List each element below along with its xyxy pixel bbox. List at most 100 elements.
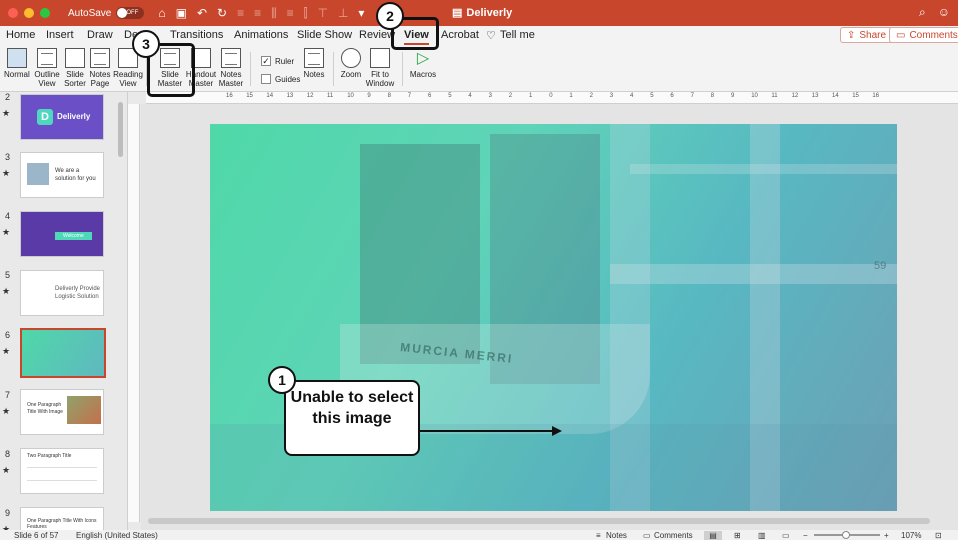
- star-icon: ★: [2, 406, 11, 416]
- notes-label: Notes: [303, 70, 325, 79]
- zoom-label: Zoom: [340, 70, 362, 79]
- slide-thumbnail[interactable]: One Paragraph Title With Icons Features: [20, 507, 104, 530]
- tab-home[interactable]: Home: [6, 29, 35, 41]
- account-icon[interactable]: ☺: [938, 5, 950, 20]
- slide-sorter-button[interactable]: Slide Sorter: [63, 48, 87, 88]
- step-2-badge: 2: [376, 2, 404, 30]
- zoom-out-icon[interactable]: −: [803, 531, 808, 540]
- align-bottom-icon[interactable]: ⊥: [338, 6, 348, 21]
- tab-animations[interactable]: Animations: [234, 29, 288, 41]
- customize-toolbar-icon[interactable]: ▾: [358, 6, 364, 21]
- titlebar-right: ⌕ ☺: [919, 5, 950, 20]
- horizontal-scrollbar[interactable]: [148, 518, 930, 524]
- vertical-ruler: [128, 104, 140, 522]
- align-top-icon[interactable]: ⊤: [318, 6, 328, 21]
- thumbnail-caption: One Paragraph Title With Icons Features: [27, 518, 97, 530]
- outline-view-button[interactable]: Outline View: [34, 48, 60, 88]
- tab-transitions[interactable]: Transitions: [170, 29, 223, 41]
- document-title: ▤ Deliverly: [452, 6, 512, 20]
- normal-view-button[interactable]: Normal: [4, 48, 30, 79]
- slide-thumbnail[interactable]: Two Paragraph Title: [20, 448, 104, 494]
- lightbulb-icon: ♡: [486, 30, 496, 42]
- divider: [333, 52, 334, 86]
- home-icon[interactable]: ⌂: [158, 6, 165, 21]
- slide-thumbnail[interactable]: Welcome: [20, 211, 104, 257]
- thumbnails-scrollbar[interactable]: [118, 102, 123, 157]
- star-icon: ★: [2, 168, 11, 178]
- align-center-icon[interactable]: ≡: [254, 6, 261, 21]
- close-window-button[interactable]: [8, 8, 18, 18]
- ruler-tick-label: 15: [246, 93, 253, 99]
- slide-thumbnail[interactable]: One Paragraph Title With Image: [20, 389, 104, 435]
- ruler-tick-label: 2: [508, 93, 513, 99]
- slide-number: 4: [5, 211, 11, 221]
- tab-draw[interactable]: Draw: [87, 29, 113, 41]
- slide-sorter-status-icon[interactable]: ⊞: [734, 531, 741, 540]
- fit-to-window-button[interactable]: Fit to Window: [365, 48, 395, 88]
- comments-toggle[interactable]: Comments: [654, 531, 693, 540]
- crane-number: 59: [874, 260, 887, 272]
- align-middle-icon[interactable]: ⫿: [304, 6, 308, 21]
- tab-slide-show[interactable]: Slide Show: [297, 29, 352, 41]
- star-icon: ★: [2, 286, 11, 296]
- ruler-tick-label: 16: [226, 93, 233, 99]
- zoom-button[interactable]: Zoom: [340, 48, 362, 79]
- zoom-in-icon[interactable]: +: [884, 531, 889, 540]
- slide-thumbnail[interactable]: D Deliverly: [20, 94, 104, 140]
- ruler-tick-label: 0: [549, 93, 553, 99]
- zoom-level[interactable]: 107%: [901, 531, 921, 540]
- autosave-toggle[interactable]: OFF: [116, 7, 145, 19]
- align-left-icon[interactable]: ≡: [237, 6, 244, 21]
- comment-icon: ▭: [643, 530, 651, 540]
- autosave[interactable]: AutoSave OFF: [68, 7, 145, 19]
- zoom-slider-knob[interactable]: [842, 531, 850, 539]
- slide-number: 6: [5, 330, 11, 340]
- minimize-window-button[interactable]: [24, 8, 34, 18]
- share-button[interactable]: ⇪ Share: [840, 27, 894, 43]
- comments-button[interactable]: ▭ Comments: [889, 27, 958, 43]
- redo-icon[interactable]: ↻: [217, 6, 227, 21]
- slide-number: 5: [5, 270, 11, 280]
- normal-view-status-icon[interactable]: ▤: [704, 530, 722, 540]
- reading-view-status-icon[interactable]: ▥: [758, 531, 766, 540]
- slide-thumbnail-selected[interactable]: [20, 328, 106, 378]
- fit-slide-icon[interactable]: ⊡: [935, 531, 942, 540]
- ruler-tick-label: 4: [468, 93, 472, 99]
- magnifier-icon: [341, 48, 361, 68]
- macros-button[interactable]: ▷ Macros: [410, 48, 436, 79]
- undo-icon[interactable]: ↶: [197, 6, 207, 21]
- slideshow-status-icon[interactable]: ▭: [782, 531, 790, 540]
- ruler-tick-label: 7: [690, 93, 694, 99]
- ruler-tick-label: 15: [852, 93, 859, 99]
- share-label: Share: [859, 29, 887, 41]
- notes-toggle[interactable]: Notes: [606, 531, 627, 540]
- zoom-window-button[interactable]: [40, 8, 50, 18]
- tab-insert[interactable]: Insert: [46, 29, 74, 41]
- tab-acrobat[interactable]: Acrobat: [441, 29, 479, 41]
- distribute-icon[interactable]: ⫼: [271, 6, 277, 21]
- notes-page-button[interactable]: Notes Page: [89, 48, 111, 88]
- outline-view-label: Outline View: [34, 70, 60, 88]
- ruler-tick-label: 1: [569, 93, 573, 99]
- thumbnail-lines: [27, 467, 97, 481]
- align-right-icon[interactable]: ≡: [287, 6, 294, 21]
- ruler-checkbox[interactable]: ✓ Ruler: [261, 56, 294, 66]
- notes-button[interactable]: Notes: [303, 48, 325, 79]
- share-icon: ⇪: [847, 29, 856, 41]
- slide-thumbnail[interactable]: We are a solution for you: [20, 152, 104, 198]
- guides-checkbox[interactable]: Guides: [261, 74, 300, 84]
- ruler-tick-label: 7: [407, 93, 412, 99]
- tab-review[interactable]: Review: [359, 29, 395, 41]
- slide-number: 9: [5, 508, 11, 518]
- language-status[interactable]: English (United States): [76, 531, 158, 540]
- slide-thumbnail[interactable]: Deliverly Provide Logistic Solution: [20, 270, 104, 316]
- arrow-icon: [420, 426, 562, 436]
- notes-icon: [304, 48, 324, 68]
- comment-icon: ▭: [896, 29, 906, 41]
- tab-tell-me[interactable]: Tell me: [500, 29, 535, 41]
- status-bar: Slide 6 of 57 English (United States) ≡ …: [0, 530, 958, 540]
- save-icon[interactable]: ▣: [176, 6, 187, 21]
- ruler-tick-label: 1: [529, 93, 533, 99]
- notes-master-button[interactable]: Notes Master: [218, 48, 244, 88]
- search-icon[interactable]: ⌕: [919, 5, 926, 20]
